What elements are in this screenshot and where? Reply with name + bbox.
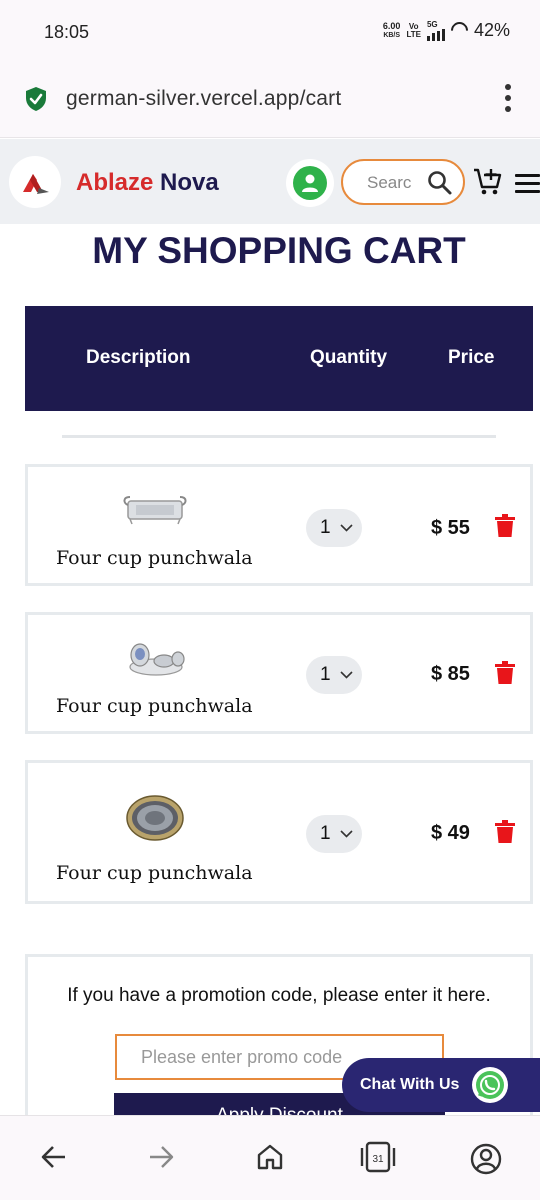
silver-cup-set-icon (124, 637, 188, 682)
status-time: 18:05 (44, 22, 90, 42)
item-price: $ 85 (431, 663, 470, 685)
chevron-down-icon (340, 671, 353, 679)
quantity-value: 1 (320, 664, 331, 685)
tabs-icon[interactable]: 31 (359, 1141, 397, 1178)
quantity-value: 1 (320, 517, 331, 538)
brand-name[interactable]: Ablaze Nova (76, 169, 219, 197)
cart-item: Four cup punchwala 1 $ 49 (25, 760, 533, 904)
item-price: $ 55 (431, 517, 470, 539)
battery-level: 42% (473, 20, 510, 40)
chevron-down-icon (340, 524, 353, 532)
column-quantity: Quantity (310, 347, 388, 368)
back-arrow-icon[interactable] (40, 1143, 68, 1176)
battery-icon (447, 18, 472, 43)
cart-item: Four cup punchwala 1 $ 85 (25, 612, 533, 734)
site-header: Ablaze Nova (0, 139, 540, 224)
network-type: 5G (426, 19, 438, 29)
quantity-select[interactable]: 1 (306, 509, 362, 547)
trash-icon[interactable] (495, 514, 515, 543)
hamburger-menu-icon[interactable] (515, 174, 540, 193)
item-price: $ 49 (431, 822, 470, 844)
search-icon[interactable] (427, 170, 453, 201)
network-indicator: 5G (426, 19, 445, 41)
trash-icon[interactable] (495, 661, 515, 690)
status-bar: 18:05 6.00 KB/S Vo LTE 5G 42% (0, 0, 540, 62)
account-icon[interactable] (470, 1143, 502, 1180)
forward-arrow-icon[interactable] (147, 1143, 175, 1176)
page-title: MY SHOPPING CART (92, 230, 466, 271)
column-price: Price (448, 347, 495, 368)
item-name: Four cup punchwala (56, 695, 253, 717)
url-text[interactable]: german-silver.vercel.app/cart (66, 87, 341, 111)
address-bar: german-silver.vercel.app/cart (0, 62, 540, 138)
cart-icon[interactable] (472, 167, 502, 202)
promo-instructions: If you have a promotion code, please ent… (67, 985, 491, 1006)
speed-value: 6.00 (382, 20, 401, 31)
signal-icon (426, 28, 445, 41)
network-speed: 6.00 KB/S (382, 20, 401, 40)
logo-icon (23, 174, 49, 194)
whatsapp-icon (472, 1067, 508, 1103)
column-description: Description (86, 347, 191, 368)
cart-item: Four cup punchwala 1 $ 55 (25, 464, 533, 586)
cart-table-header: Description Quantity Price (25, 306, 533, 411)
chat-with-us-button[interactable]: Chat With Us (342, 1058, 540, 1112)
kebab-menu-icon[interactable] (504, 84, 512, 112)
item-name: Four cup punchwala (56, 547, 253, 569)
volte-indicator: Vo LTE (406, 22, 421, 39)
quantity-select[interactable]: 1 (306, 815, 362, 853)
brand-logo[interactable] (9, 156, 61, 208)
account-button[interactable] (286, 159, 334, 207)
volte-bottom: LTE (406, 29, 421, 39)
speed-unit: KB/S (383, 31, 401, 39)
brand-first: Ablaze (76, 169, 154, 196)
search-input[interactable] (367, 173, 425, 193)
trash-icon[interactable] (495, 820, 515, 849)
home-icon[interactable] (256, 1143, 284, 1176)
item-name: Four cup punchwala (56, 862, 253, 884)
chevron-down-icon (340, 830, 353, 838)
silver-plate-icon (125, 793, 185, 848)
chat-label: Chat With Us (360, 1076, 460, 1093)
user-icon (293, 166, 327, 200)
quantity-value: 1 (320, 823, 331, 844)
silver-tray-icon (122, 491, 188, 532)
search-box[interactable] (341, 159, 465, 205)
browser-nav-bar: 31 (0, 1115, 540, 1200)
status-indicators: 6.00 KB/S Vo LTE 5G 42% (382, 18, 510, 43)
svg-text:31: 31 (372, 1154, 384, 1165)
quantity-select[interactable]: 1 (306, 656, 362, 694)
shield-check-icon[interactable] (25, 86, 47, 117)
divider (62, 435, 496, 438)
brand-second: Nova (160, 169, 219, 196)
